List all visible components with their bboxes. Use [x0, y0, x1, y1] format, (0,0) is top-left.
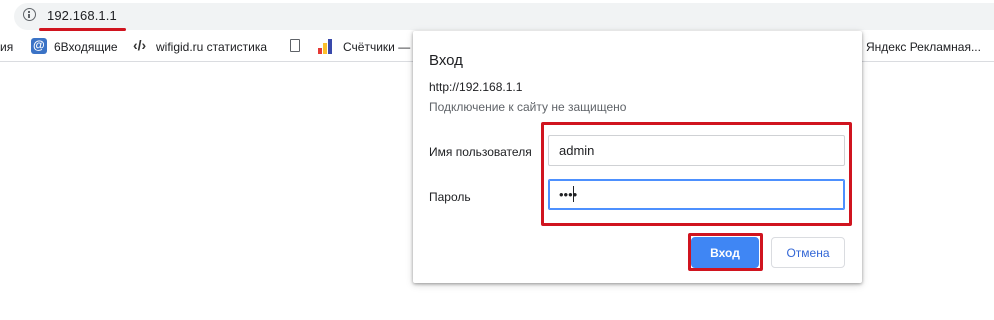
mail-icon: [31, 38, 47, 54]
password-label: Пароль: [429, 190, 471, 204]
auth-dialog: Вход http://192.168.1.1 Подключение к са…: [413, 31, 862, 283]
dialog-title: Вход: [429, 52, 463, 69]
document-icon[interactable]: [290, 39, 300, 52]
dialog-warning: Подключение к сайту не защищено: [429, 100, 627, 114]
counter-icon: [318, 38, 334, 54]
bookmark-item-wifigid[interactable]: wifigid.ru статистика: [156, 40, 267, 54]
address-url[interactable]: 192.168.1.1: [47, 8, 117, 23]
bookmark-item-yandex[interactable]: Яндекс Рекламная...: [866, 40, 981, 54]
bookmark-item-partial[interactable]: ия: [0, 40, 13, 54]
url-underline-annotation: [39, 28, 126, 31]
info-icon[interactable]: [23, 8, 36, 21]
address-bar[interactable]: [14, 3, 994, 30]
cancel-button[interactable]: Отмена: [771, 237, 845, 268]
username-label: Имя пользователя: [429, 145, 532, 159]
code-icon: ‹/›: [133, 37, 147, 53]
dialog-url: http://192.168.1.1: [429, 80, 523, 94]
login-button-highlight-annotation: [688, 233, 763, 271]
bookmark-item-inbox[interactable]: 6Входящие: [54, 40, 118, 54]
credentials-highlight-annotation: [541, 122, 852, 226]
bookmark-item-counters[interactable]: Счётчики —: [343, 40, 410, 54]
